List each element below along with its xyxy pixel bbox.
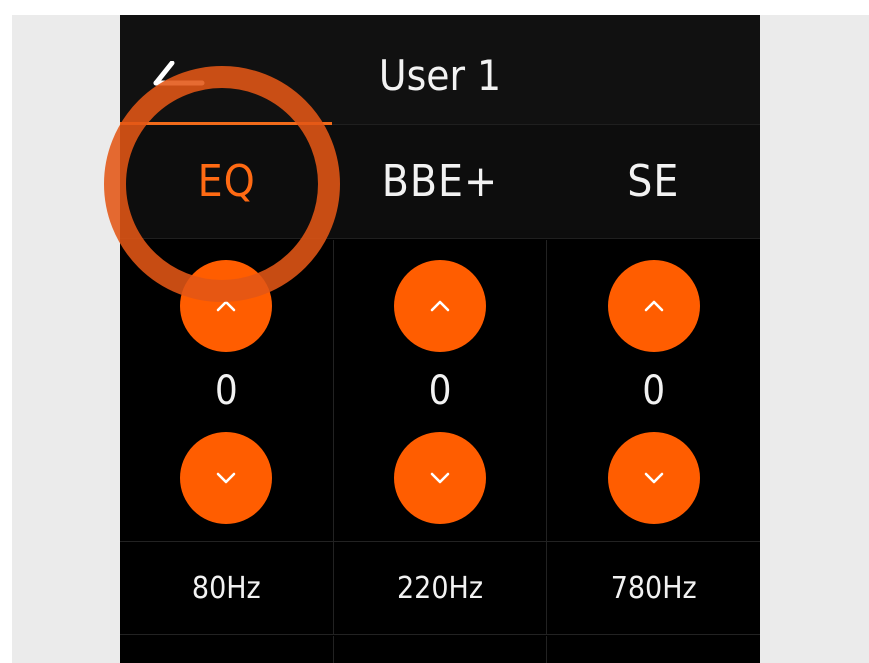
chevron-up-icon [217,300,236,312]
equalizer-screen: User 1 EQ BBE+ SE 0 0 0 80Hz 220Hz 780Hz [120,15,760,663]
left-margin [12,15,120,663]
decrease-780hz-button[interactable] [607,432,700,524]
cell [334,636,548,663]
decrease-80hz-button[interactable] [180,432,273,524]
band-value-780hz: 0 [642,368,666,414]
frequency-labels: 80Hz 220Hz 780Hz [120,542,760,635]
cell [120,636,334,663]
tab-bbe-plus[interactable]: BBE+ [333,125,546,238]
cell [547,636,760,663]
chevron-down-icon [430,472,450,484]
band-column-780hz: 0 [547,240,760,541]
decrease-220hz-button[interactable] [394,432,486,524]
frequency-label-220hz: 220Hz [334,542,548,634]
chevron-up-icon [430,300,450,312]
chevron-down-icon [217,472,236,484]
increase-220hz-button[interactable] [394,260,486,352]
next-row-partial [120,636,760,663]
frequency-label-780hz: 780Hz [610,570,697,606]
band-column-220hz: 0 [334,240,548,541]
chevron-up-icon [644,300,663,312]
tab-se[interactable]: SE [547,125,760,238]
title-bar: User 1 [120,15,760,125]
band-value-220hz: 0 [428,368,452,414]
band-column-80hz: 0 [120,240,334,541]
tab-eq[interactable]: EQ [120,125,333,238]
tab-bar: EQ BBE+ SE [120,125,760,239]
page-title: User 1 [378,51,502,100]
band-value-80hz: 0 [214,368,238,414]
increase-80hz-button[interactable] [180,260,273,352]
frequency-label-80hz: 80Hz [120,542,334,634]
right-margin [760,15,869,663]
band-controls: 0 0 0 [120,240,760,542]
chevron-down-icon [644,472,663,484]
increase-780hz-button[interactable] [607,260,700,352]
